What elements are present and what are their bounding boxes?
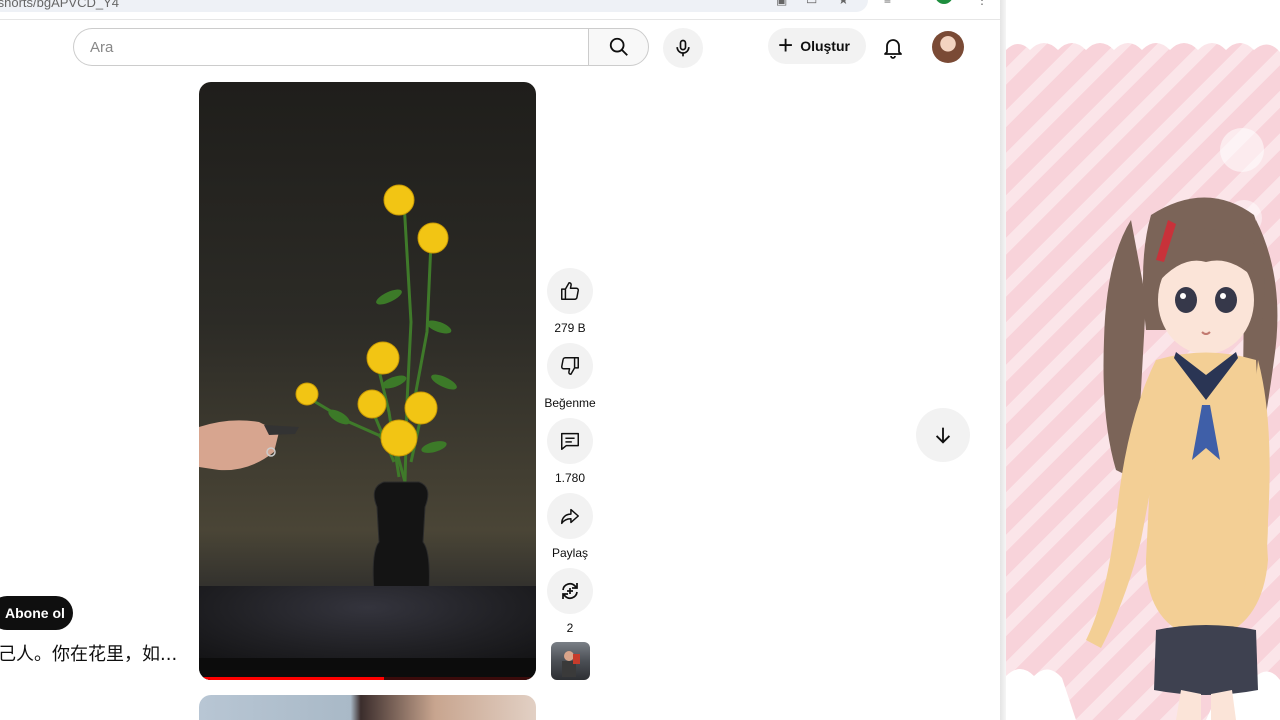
remix-icon xyxy=(562,583,578,599)
sound-thumbnail-image xyxy=(562,651,580,677)
mic-icon xyxy=(676,39,690,57)
search-input[interactable] xyxy=(74,29,589,65)
subscribe-button[interactable]: Abone ol xyxy=(0,596,73,630)
anime-character-overlay xyxy=(1006,0,1280,720)
cast-icon[interactable]: ▭ xyxy=(806,0,817,7)
bell-icon[interactable] xyxy=(881,35,905,59)
account-avatar[interactable] xyxy=(932,31,964,63)
share-icon xyxy=(561,508,579,525)
share-label: Paylaş xyxy=(551,546,589,560)
profile-icon[interactable] xyxy=(935,0,953,4)
short-video-player[interactable] xyxy=(199,82,536,680)
short-caption[interactable]: 己人。你在花里，如... xyxy=(0,640,177,666)
remix-action: 2 xyxy=(547,568,593,635)
arrow-down-icon xyxy=(935,427,951,444)
browser-toolbar: /shorts/bgAPVCD_Y4 ▣ ▭ ★ ≡ ⋮ xyxy=(0,0,1000,20)
thumbs-up-icon xyxy=(561,282,579,300)
search-button[interactable] xyxy=(588,28,649,66)
plus-icon: + xyxy=(778,29,794,60)
search-box xyxy=(73,28,589,66)
share-button[interactable] xyxy=(547,493,593,539)
address-bar[interactable]: /shorts/bgAPVCD_Y4 xyxy=(0,0,868,12)
reader-icon[interactable]: ≡ xyxy=(884,0,891,7)
like-count: 279 B xyxy=(554,321,586,335)
anime-girl-illustration xyxy=(1006,0,1280,720)
browser-window: /shorts/bgAPVCD_Y4 ▣ ▭ ★ ≡ ⋮ + Oluştur xyxy=(0,0,1000,720)
search-icon xyxy=(609,37,628,56)
address-text: /shorts/bgAPVCD_Y4 xyxy=(0,0,120,10)
create-button[interactable]: + Oluştur xyxy=(768,28,866,64)
next-video-button[interactable] xyxy=(916,408,970,462)
video-progress-track[interactable] xyxy=(199,677,536,680)
dislike-button[interactable] xyxy=(547,343,593,389)
remix-count: 2 xyxy=(566,621,574,635)
like-action: 279 B xyxy=(547,268,593,335)
comment-count: 1.780 xyxy=(554,471,586,485)
browser-menu-icon[interactable]: ⋮ xyxy=(976,0,988,7)
comment-icon xyxy=(561,432,579,450)
youtube-header: + Oluştur xyxy=(0,20,1000,76)
voice-search-button[interactable] xyxy=(663,28,703,68)
remix-button[interactable] xyxy=(547,568,593,614)
dislike-action: Beğenme xyxy=(544,343,596,410)
like-button[interactable] xyxy=(547,268,593,314)
comment-button[interactable] xyxy=(547,418,593,464)
table-surface xyxy=(199,586,536,658)
star-icon[interactable]: ★ xyxy=(838,0,849,7)
comment-action: 1.780 xyxy=(547,418,593,485)
translate-icon[interactable]: ▣ xyxy=(776,0,787,7)
create-label: Oluştur xyxy=(800,38,850,54)
video-progress-fill xyxy=(199,677,385,680)
next-short-thumbnail[interactable] xyxy=(199,695,536,720)
dislike-label: Beğenme xyxy=(544,396,596,410)
sound-thumbnail[interactable] xyxy=(551,642,590,680)
thumbs-down-icon xyxy=(561,357,579,375)
share-action: Paylaş xyxy=(547,493,593,560)
